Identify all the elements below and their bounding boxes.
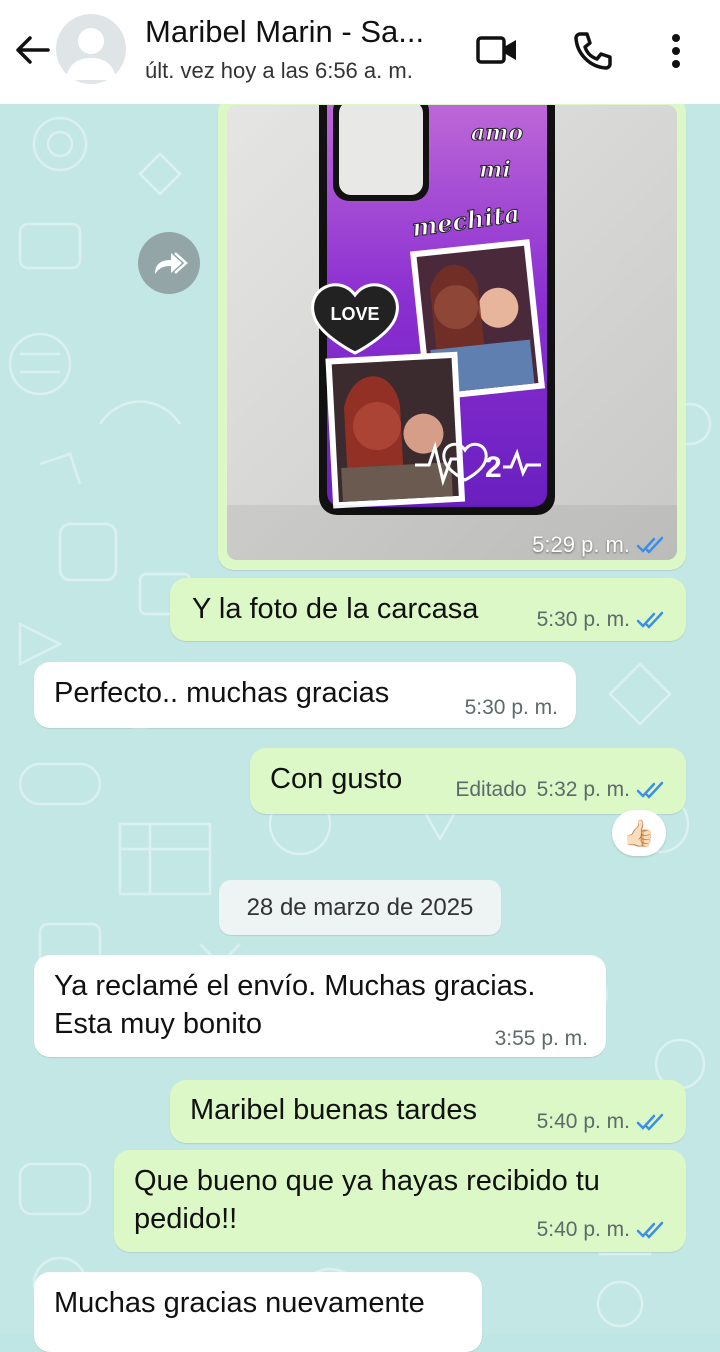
message-meta: 5:40 p. m. (537, 1110, 666, 1134)
read-ticks-icon (636, 536, 664, 554)
message-time: 5:29 p. m. (532, 532, 630, 557)
phone-case-photo[interactable]: amo mi mechita LOVE 2 (227, 105, 677, 560)
message-bubble[interactable]: Maribel buenas tardes 5:40 p. m. (170, 1080, 686, 1143)
thumbs-up-icon: 👍🏻 (622, 817, 656, 848)
forward-button[interactable] (138, 232, 200, 294)
message-bubble[interactable]: Y la foto de la carcasa 5:30 p. m. (170, 578, 686, 641)
message-text: Perfecto.. muchas gracias (54, 677, 390, 709)
message-text-line2: pedido!! (134, 1203, 238, 1235)
message-text: Muchas gracias nuevamente (54, 1287, 425, 1319)
message-text: Con gusto (270, 763, 403, 795)
image-message-meta: 5:29 p. m. (532, 532, 666, 558)
contact-avatar[interactable] (56, 14, 126, 84)
message-meta: 5:30 p. m. (537, 608, 666, 632)
message-time: 5:40 p. m. (536, 1110, 630, 1133)
message-text-line1: Que bueno que ya hayas recibido tu (134, 1165, 600, 1197)
message-time: 3:55 p. m. (494, 1027, 588, 1050)
reaction-thumbs-up[interactable]: 👍🏻 (612, 810, 666, 856)
message-text-line2: Esta muy bonito (54, 1008, 262, 1040)
read-ticks-icon (636, 1113, 664, 1131)
message-text: Maribel buenas tardes (190, 1094, 477, 1126)
message-bubble[interactable]: Ya reclamé el envío. Muchas gracias. Est… (34, 955, 606, 1057)
read-ticks-icon (636, 781, 664, 799)
message-meta: Editado 5:32 p. m. (455, 778, 666, 802)
message-meta: 3:55 p. m. (495, 1027, 588, 1051)
more-options-icon[interactable] (654, 28, 698, 74)
message-bubble[interactable]: Que bueno que ya hayas recibido tu pedid… (114, 1150, 686, 1252)
message-time: 5:30 p. m. (464, 696, 558, 719)
chat-header: Maribel Marin - Sa... últ. vez hoy a las… (0, 0, 720, 104)
message-meta: 5:40 p. m. (537, 1218, 666, 1242)
image-message-bubble[interactable]: amo mi mechita LOVE 2 5:29 p. m. (218, 96, 686, 570)
message-text: Y la foto de la carcasa (192, 593, 479, 625)
forward-icon (155, 252, 188, 274)
date-divider: 28 de marzo de 2025 (219, 880, 501, 935)
case-love-text: LOVE (330, 304, 379, 324)
message-bubble[interactable]: Perfecto.. muchas gracias 5:30 p. m. (34, 662, 576, 728)
message-text-line1: Ya reclamé el envío. Muchas gracias. (54, 970, 536, 1002)
message-bubble[interactable]: Muchas gracias nuevamente (34, 1272, 482, 1352)
back-arrow-icon[interactable] (12, 30, 52, 70)
case-text-line2: mi (479, 157, 511, 183)
video-call-icon[interactable] (474, 28, 520, 74)
message-time: 5:40 p. m. (536, 1218, 630, 1241)
contact-name[interactable]: Maribel Marin - Sa... (145, 14, 424, 50)
read-ticks-icon (636, 1221, 664, 1239)
case-text-line1: amo (471, 120, 523, 146)
message-time: 5:30 p. m. (536, 608, 630, 631)
message-meta: 5:30 p. m. (465, 696, 558, 720)
message-time: 5:32 p. m. (536, 778, 630, 801)
case-heart-number: 2 (485, 451, 502, 484)
read-ticks-icon (636, 611, 664, 629)
voice-call-icon[interactable] (570, 28, 616, 74)
edited-label: Editado (455, 778, 527, 801)
last-seen-status: últ. vez hoy a las 6:56 a. m. (145, 58, 413, 83)
message-bubble[interactable]: Con gusto Editado 5:32 p. m. (250, 748, 686, 814)
